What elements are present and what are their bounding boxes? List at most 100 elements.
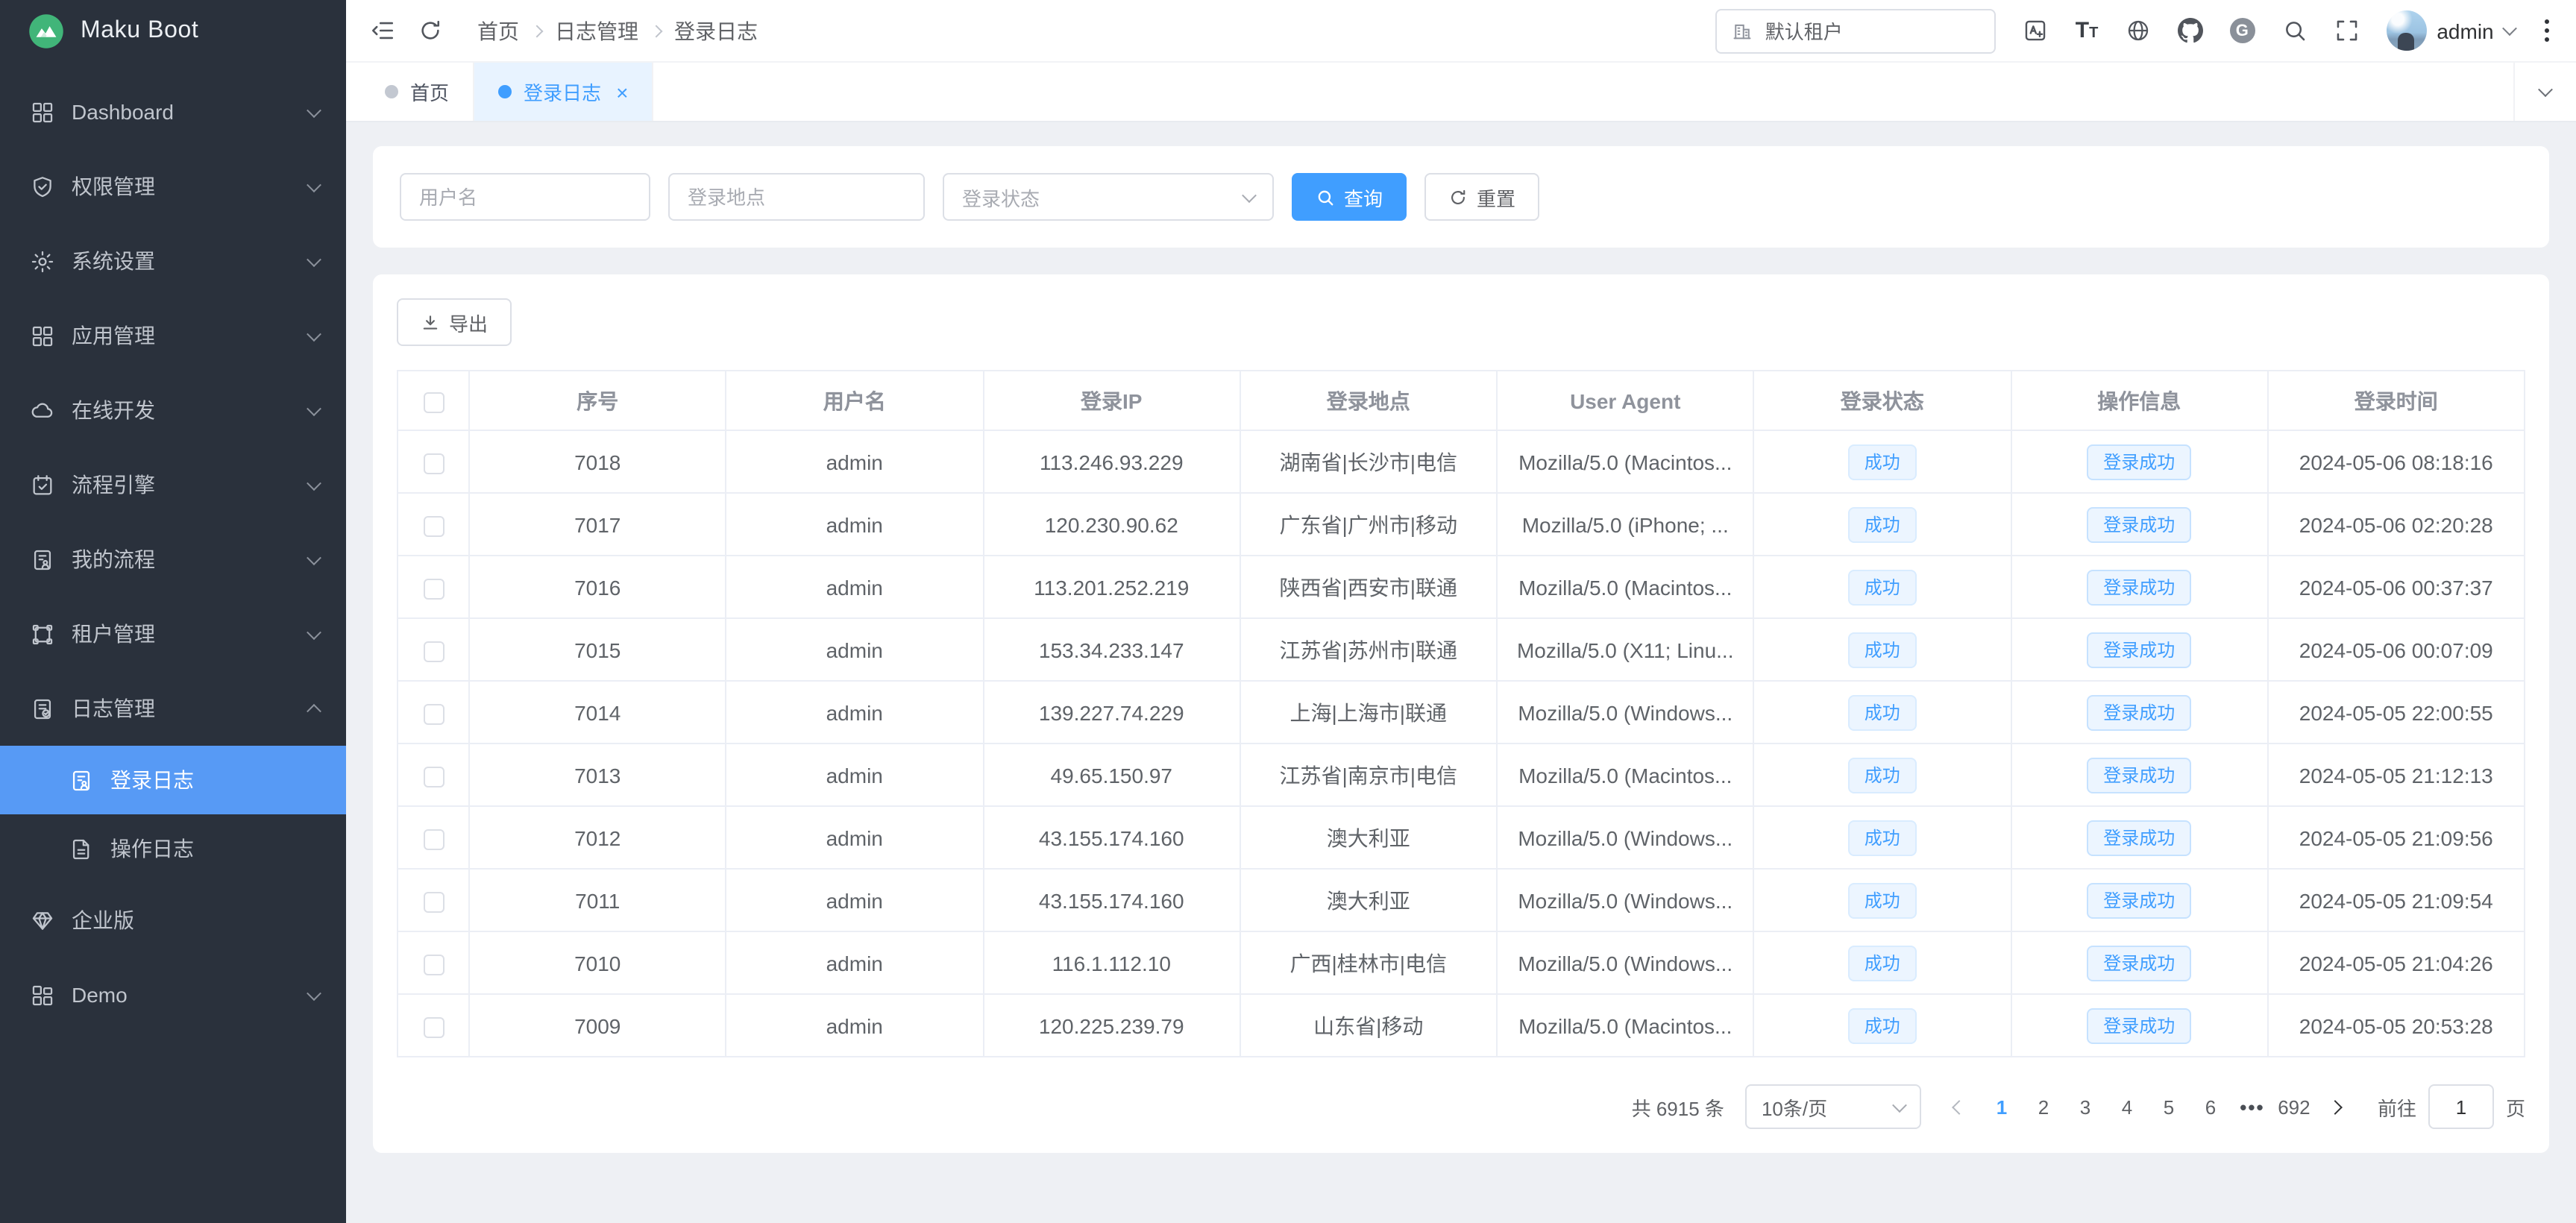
cell-id: 7017 — [469, 493, 726, 556]
user-menu[interactable]: admin — [2386, 10, 2514, 51]
search-icon[interactable] — [2281, 18, 2307, 43]
sidebar-item-permission[interactable]: 权限管理 — [0, 149, 346, 224]
translate-icon[interactable] — [2023, 18, 2049, 43]
cell-id: 7013 — [469, 743, 726, 806]
chevron-down-icon — [307, 550, 321, 565]
sidebar-item-system[interactable]: 系统设置 — [0, 224, 346, 298]
chevron-down-icon — [2502, 21, 2517, 36]
cell-ip: 120.225.239.79 — [983, 994, 1240, 1057]
login-status-select[interactable]: 登录状态 — [943, 173, 1274, 221]
row-checkbox[interactable] — [423, 954, 444, 975]
next-page-button[interactable] — [2315, 1084, 2357, 1129]
sidebar-item-label: 企业版 — [72, 905, 319, 935]
more-vertical-icon[interactable] — [2542, 16, 2552, 45]
github-icon[interactable] — [2177, 18, 2202, 43]
cell-username: admin — [726, 743, 984, 806]
row-checkbox[interactable] — [423, 515, 444, 536]
username-input[interactable] — [400, 173, 650, 221]
shield-check-icon — [30, 174, 55, 199]
status-badge: 成功 — [1848, 694, 1917, 730]
sidebar-item-label: 日志管理 — [72, 694, 309, 723]
sidebar-item-online-dev[interactable]: 在线开发 — [0, 373, 346, 447]
cell-ip: 49.65.150.97 — [983, 743, 1240, 806]
chevron-down-icon — [307, 326, 321, 341]
chevron-down-icon — [307, 475, 321, 490]
cell-username: admin — [726, 618, 984, 681]
total-count: 共 6915 条 — [1632, 1092, 1724, 1121]
cell-location: 广东省|广州市|移动 — [1240, 493, 1498, 556]
tab-home[interactable]: 首页 — [361, 63, 474, 121]
app-title: Maku Boot — [81, 18, 198, 45]
username: admin — [2437, 19, 2493, 43]
page-button-1[interactable]: 1 — [1981, 1084, 2023, 1129]
cell-user-agent: Mozilla/5.0 (Windows... — [1497, 931, 1754, 994]
page-button-4[interactable]: 4 — [2106, 1084, 2148, 1129]
cell-user-agent: Mozilla/5.0 (Macintos... — [1497, 556, 1754, 618]
sidebar-item-apps[interactable]: 应用管理 — [0, 298, 346, 373]
sidebar-item-tenants[interactable]: 租户管理 — [0, 597, 346, 671]
sidebar-item-my-flows[interactable]: 我的流程 — [0, 522, 346, 597]
select-all-checkbox[interactable] — [423, 392, 444, 412]
row-checkbox[interactable] — [423, 578, 444, 599]
export-button[interactable]: 导出 — [397, 298, 512, 346]
globe-icon[interactable] — [2125, 18, 2150, 43]
cell-location: 广西|桂林市|电信 — [1240, 931, 1498, 994]
sidebar-subitem-op-log[interactable]: 操作日志 — [0, 814, 346, 883]
prev-page-button[interactable] — [1939, 1084, 1981, 1129]
breadcrumb-item: 登录日志 — [674, 16, 758, 45]
breadcrumb-item[interactable]: 首页 — [477, 16, 519, 45]
top-header: 首页 日志管理 登录日志 默认租户 TT — [346, 0, 2576, 63]
login-location-input[interactable] — [668, 173, 925, 221]
cell-ip: 139.227.74.229 — [983, 681, 1240, 743]
sidebar-item-workflow[interactable]: 流程引擎 — [0, 447, 346, 522]
pager-more-icon[interactable]: ••• — [2231, 1084, 2273, 1129]
collapse-sidebar-icon[interactable] — [370, 18, 395, 43]
page-button-692[interactable]: 692 — [2273, 1084, 2315, 1129]
operation-badge: 登录成功 — [2087, 506, 2191, 542]
status-badge: 成功 — [1848, 444, 1917, 480]
sidebar-item-dashboard[interactable]: Dashboard — [0, 75, 346, 149]
pagination: 共 6915 条 10条/页 123456•••692 前往 页 — [397, 1084, 2525, 1129]
breadcrumb-item[interactable]: 日志管理 — [555, 16, 638, 45]
row-checkbox[interactable] — [423, 641, 444, 661]
row-checkbox[interactable] — [423, 703, 444, 724]
cell-username: admin — [726, 869, 984, 931]
row-checkbox[interactable] — [423, 1016, 444, 1037]
sidebar-item-demo[interactable]: Demo — [0, 958, 346, 1032]
app-window: Maku Boot Dashboard 权限管理系统设置应用管理在线开发流程引擎我… — [0, 0, 2576, 1223]
operation-badge: 登录成功 — [2087, 757, 2191, 793]
gitee-icon[interactable]: G — [2229, 18, 2255, 43]
status-badge: 成功 — [1848, 882, 1917, 918]
sidebar-item-label: Dashboard — [72, 100, 309, 124]
fullscreen-icon[interactable] — [2334, 18, 2359, 43]
page-size-select[interactable]: 10条/页 — [1745, 1084, 1921, 1129]
cell-login-time: 2024-05-05 22:00:55 — [2268, 681, 2525, 743]
reset-button[interactable]: 重置 — [1424, 173, 1539, 221]
refresh-icon[interactable] — [418, 18, 443, 43]
tab-close-icon[interactable]: × — [616, 81, 628, 102]
sidebar-item-logs[interactable]: 日志管理 — [0, 671, 346, 746]
page-button-6[interactable]: 6 — [2190, 1084, 2231, 1129]
row-checkbox[interactable] — [423, 453, 444, 474]
font-size-icon[interactable]: TT — [2076, 18, 2099, 43]
page-button-2[interactable]: 2 — [2023, 1084, 2064, 1129]
cell-ip: 120.230.90.62 — [983, 493, 1240, 556]
tenant-select[interactable]: 默认租户 — [1716, 8, 1997, 53]
search-button[interactable]: 查询 — [1292, 173, 1407, 221]
page-button-5[interactable]: 5 — [2148, 1084, 2190, 1129]
sidebar-item-label: 应用管理 — [72, 321, 309, 350]
sidebar-item-enterprise[interactable]: 企业版 — [0, 883, 346, 958]
row-checkbox[interactable] — [423, 891, 444, 912]
cell-login-time: 2024-05-05 21:04:26 — [2268, 931, 2525, 994]
page-button-3[interactable]: 3 — [2064, 1084, 2106, 1129]
row-checkbox[interactable] — [423, 829, 444, 849]
tab-label: 首页 — [410, 78, 449, 106]
row-checkbox[interactable] — [423, 766, 444, 787]
tab-login-log[interactable]: 登录日志× — [474, 63, 653, 121]
chevron-down-icon — [307, 400, 321, 415]
sidebar-subitem-login-log[interactable]: 登录日志 — [0, 746, 346, 814]
goto-page-input[interactable] — [2428, 1084, 2494, 1129]
tab-list-chevron[interactable] — [2513, 63, 2576, 121]
download-icon — [421, 312, 440, 332]
logo[interactable]: Maku Boot — [0, 0, 346, 63]
